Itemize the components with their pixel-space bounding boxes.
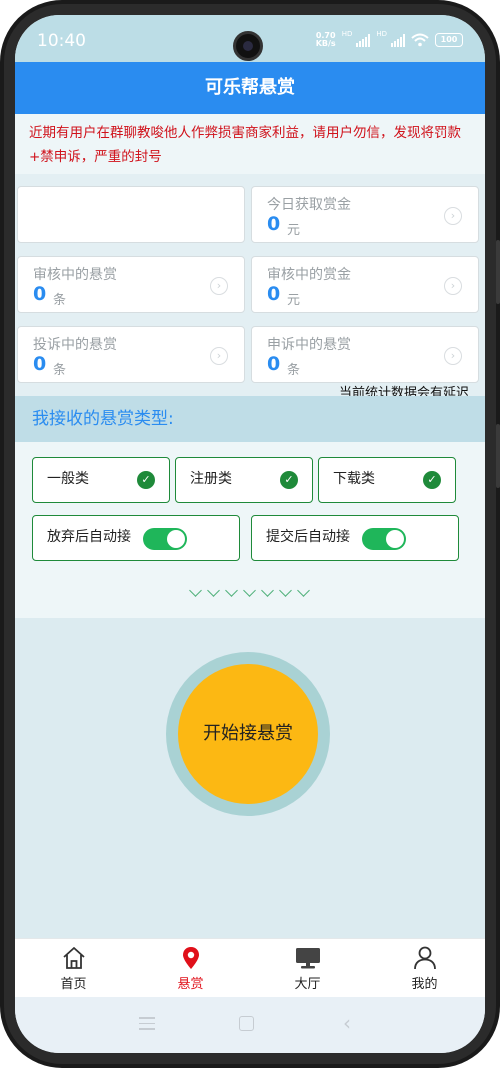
auto-accept-after-abandon[interactable]: 放弃后自动接	[32, 515, 240, 561]
stat-label: 投诉中的悬赏	[33, 337, 117, 353]
net-speed-unit: KB/s	[315, 39, 336, 48]
location-pin-icon	[183, 947, 199, 969]
stat-unit: 条	[287, 363, 301, 378]
stat-unit: 条	[53, 293, 67, 308]
screen: 10:40 0.70 KB/s HD HD 100 可乐帮悬赏 近期有用户在群聊…	[15, 15, 485, 1053]
stat-value: 0	[33, 353, 47, 375]
stat-unit: 条	[53, 363, 67, 378]
stat-card-empty	[17, 186, 245, 243]
toggle-switch[interactable]	[143, 528, 187, 550]
stat-value: 0	[267, 283, 281, 305]
chevron-right-icon: ›	[210, 277, 228, 295]
type-general-button[interactable]: 一般类 ✓	[32, 457, 170, 503]
stat-card-reviewing-reward[interactable]: 审核中的赏金 0 元 ›	[251, 256, 479, 313]
type-label: 一般类	[47, 471, 89, 487]
stats-panel: 今日获取赏金 0 元 › 审核中的悬赏 0 条 › 审核中的赏金 0 元 › 投…	[15, 174, 485, 401]
chevron-down-icon	[296, 586, 312, 598]
chevron-down-icon	[188, 586, 204, 598]
chevron-down-icon	[278, 586, 294, 598]
check-icon: ✓	[423, 471, 441, 489]
hd-label: HD	[341, 30, 353, 38]
stat-value: 0	[267, 213, 281, 235]
stat-unit: 元	[287, 223, 301, 238]
type-register-button[interactable]: 注册类 ✓	[175, 457, 313, 503]
tab-label: 大厅	[294, 977, 321, 992]
stat-card-today-reward[interactable]: 今日获取赏金 0 元 ›	[251, 186, 479, 243]
volume-button	[496, 240, 500, 304]
tab-rewards[interactable]: 悬赏	[132, 939, 249, 998]
toggle-label: 提交后自动接	[266, 529, 350, 545]
page-title: 可乐帮悬赏	[15, 62, 485, 114]
home-icon	[63, 947, 85, 969]
chevron-right-icon: ›	[444, 207, 462, 225]
warning-notice: 近期有用户在群聊教唆他人作弊损害商家利益，请用户勿信，发现将罚款+禁申诉，严重的…	[15, 114, 485, 174]
stat-value: 0	[267, 353, 281, 375]
stat-label: 申诉中的悬赏	[267, 337, 351, 353]
chevron-down-icon	[224, 586, 240, 598]
tab-home[interactable]: 首页	[15, 939, 132, 998]
wifi-icon	[411, 33, 429, 47]
tab-label: 悬赏	[177, 977, 204, 992]
stat-card-reviewing-tasks[interactable]: 审核中的悬赏 0 条 ›	[17, 256, 245, 313]
expand-chevrons[interactable]	[188, 586, 312, 598]
start-accepting-button[interactable]: 开始接悬赏	[178, 664, 318, 804]
toggle-switch[interactable]	[362, 528, 406, 550]
chevron-right-icon: ›	[444, 277, 462, 295]
stat-value: 0	[33, 283, 47, 305]
check-icon: ✓	[280, 471, 298, 489]
home-square-icon[interactable]	[239, 1016, 254, 1031]
stat-label: 今日获取赏金	[267, 197, 351, 213]
stat-card-appealing-tasks[interactable]: 申诉中的悬赏 0 条 ›	[251, 326, 479, 383]
type-label: 下载类	[333, 471, 375, 487]
system-nav-bar: ‹	[15, 997, 485, 1053]
battery-icon: 100	[435, 33, 463, 47]
auto-accept-after-submit[interactable]: 提交后自动接	[251, 515, 459, 561]
stat-label: 审核中的悬赏	[33, 267, 117, 283]
tab-mine[interactable]: 我的	[366, 939, 483, 998]
tab-hall[interactable]: 大厅	[249, 939, 366, 998]
power-button	[496, 424, 500, 488]
types-title: 我接收的悬赏类型:	[15, 396, 485, 442]
stat-card-complained-tasks[interactable]: 投诉中的悬赏 0 条 ›	[17, 326, 245, 383]
status-bar: 10:40 0.70 KB/s HD HD 100	[15, 15, 485, 62]
stat-label: 审核中的赏金	[267, 267, 351, 283]
monitor-icon	[296, 948, 320, 969]
network-speed: 0.70 KB/s	[316, 32, 336, 48]
check-icon: ✓	[137, 471, 155, 489]
stat-unit: 元	[287, 293, 301, 308]
type-label: 注册类	[190, 471, 232, 487]
menu-icon[interactable]	[139, 1017, 155, 1031]
chevron-right-icon: ›	[444, 347, 462, 365]
tab-label: 我的	[411, 977, 438, 992]
status-icons: 0.70 KB/s HD HD 100	[316, 30, 463, 48]
toggle-label: 放弃后自动接	[47, 529, 131, 545]
front-camera	[233, 31, 263, 61]
tab-bar: 首页 悬赏 大厅 我的	[15, 938, 485, 997]
tab-label: 首页	[60, 977, 87, 992]
chevron-down-icon	[242, 586, 258, 598]
hd-label-2: HD	[376, 30, 387, 38]
status-time: 10:40	[37, 31, 86, 51]
signal-icon-2	[391, 33, 405, 47]
user-icon	[414, 946, 436, 970]
chevron-right-icon: ›	[210, 347, 228, 365]
signal-icon	[356, 33, 371, 47]
chevron-down-icon	[206, 586, 222, 598]
type-download-button[interactable]: 下载类 ✓	[318, 457, 456, 503]
back-icon[interactable]: ‹	[343, 1013, 351, 1033]
chevron-down-icon	[260, 586, 276, 598]
